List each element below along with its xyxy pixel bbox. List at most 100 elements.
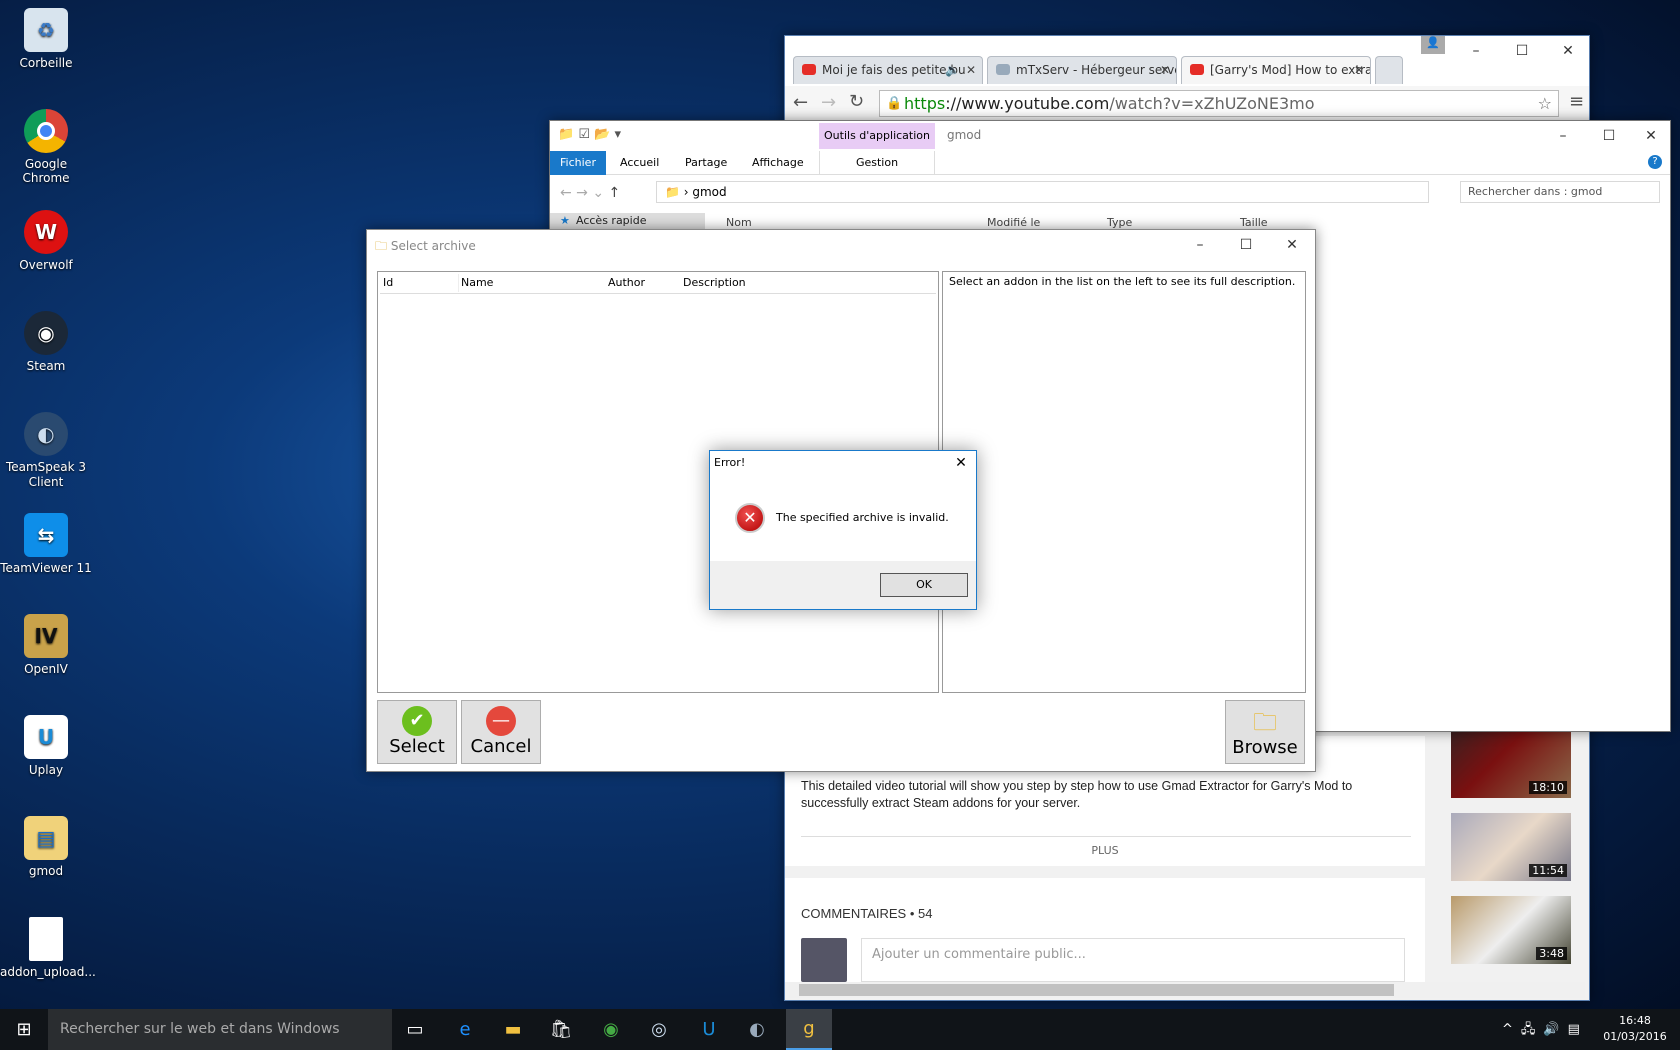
teamspeak-taskbar-icon[interactable]: ◐	[734, 1009, 780, 1050]
menu-icon[interactable]: ≡	[1569, 91, 1584, 112]
desktop-icon-overwolf[interactable]: W Overwolf	[0, 210, 92, 272]
file-explorer-icon[interactable]: ▬	[490, 1009, 536, 1050]
close-button[interactable]: ✕	[1545, 36, 1591, 66]
new-tab-button[interactable]	[1375, 56, 1403, 84]
comment-input[interactable]: Ajouter un commentaire public...	[861, 938, 1405, 982]
desktop-icon-gmod[interactable]: ▤ gmod	[0, 816, 92, 878]
uplay-icon: U	[24, 715, 68, 759]
tab-partage[interactable]: Partage	[685, 156, 727, 169]
openiv-icon: IV	[24, 614, 68, 658]
tab-fichier[interactable]: Fichier	[550, 151, 606, 175]
tab-close-icon[interactable]: ✕	[1160, 57, 1170, 83]
audio-icon: 🔈	[945, 63, 960, 77]
chevron-up-icon: ^	[1502, 1022, 1521, 1037]
tab-2[interactable]: mTxServ - Hébergeur serve ✕	[987, 56, 1177, 84]
description-panel: Select an addon in the list on the left …	[942, 271, 1306, 693]
desktop-icon-addon-upload[interactable]: addon_upload...	[0, 917, 96, 979]
tab-close-icon[interactable]: ✕	[966, 57, 976, 83]
dialog-title: Error!	[714, 456, 746, 469]
gmad-extractor-taskbar-icon[interactable]: g	[786, 1009, 832, 1050]
scrollbar-thumb[interactable]	[799, 984, 1394, 996]
horizontal-scrollbar[interactable]	[789, 982, 1585, 998]
column-description[interactable]: Description	[683, 274, 746, 292]
chrome-toolbar: ← → ↻ 🔒 https://www.youtube.com/watch?v=…	[785, 86, 1589, 122]
tab-accueil[interactable]: Accueil	[620, 156, 659, 169]
tab-affichage[interactable]: Affichage	[752, 156, 804, 169]
column-name[interactable]: Name	[458, 274, 493, 292]
related-video-thumb[interactable]: 11:54	[1451, 813, 1571, 881]
minimize-button[interactable]: –	[1540, 121, 1586, 151]
more-button[interactable]: PLUS	[785, 844, 1425, 857]
desktop-icon-teamspeak[interactable]: ◐ TeamSpeak 3 Client	[0, 412, 92, 490]
close-button[interactable]: ✕	[1269, 230, 1315, 260]
cancel-button[interactable]: — Cancel	[461, 700, 541, 764]
address-bar[interactable]: 🔒 https://www.youtube.com/watch?v=xZhUZo…	[879, 90, 1559, 117]
maximize-button[interactable]: ☐	[1499, 36, 1545, 66]
nav-item-quick-access[interactable]: Accès rapide	[576, 214, 646, 227]
column-id[interactable]: Id	[383, 274, 393, 292]
properties-icon[interactable]: ☑	[578, 127, 590, 142]
desktop-icon-chrome[interactable]: Google Chrome	[0, 109, 92, 185]
column-type[interactable]: Type	[1107, 216, 1132, 229]
address-bar[interactable]: 📁 › gmod	[656, 181, 1429, 203]
profile-icon[interactable]: 👤	[1421, 36, 1445, 54]
error-icon: ✕	[735, 503, 765, 533]
desktop-icon-uplay[interactable]: U Uplay	[0, 715, 92, 777]
context-tab[interactable]: Outils d'application	[819, 123, 935, 149]
column-author[interactable]: Author	[608, 274, 645, 292]
clock[interactable]: 16:48 01/03/2016	[1600, 1013, 1670, 1045]
minimize-button[interactable]: –	[1453, 36, 1499, 66]
tab-close-icon[interactable]: ✕	[1354, 57, 1364, 83]
bookmark-star-icon[interactable]: ☆	[1538, 91, 1552, 116]
column-taille[interactable]: Taille	[1240, 216, 1268, 229]
reload-icon[interactable]: ↻	[849, 91, 864, 112]
comments-card: COMMENTAIRES • 54 Ajouter un commentaire…	[785, 878, 1425, 982]
search-input[interactable]: Rechercher dans : gmod	[1460, 181, 1660, 203]
desktop-icon-steam[interactable]: ◉ Steam	[0, 311, 92, 373]
recycle-bin-icon: ♻	[24, 8, 68, 52]
tab-3-active[interactable]: [Garry's Mod] How to extra ✕	[1181, 56, 1371, 84]
help-icon[interactable]: ?	[1648, 155, 1662, 169]
folder-icon: ▤	[24, 816, 68, 860]
tab-gestion[interactable]: Gestion	[819, 151, 935, 175]
desktop-icon-openiv[interactable]: IV OpenIV	[0, 614, 92, 676]
task-view-icon[interactable]: ▭	[392, 1009, 438, 1050]
ok-button[interactable]: OK	[880, 573, 968, 597]
related-video-thumb[interactable]: 18:10	[1451, 730, 1571, 798]
column-modifie[interactable]: Modifié le	[987, 216, 1040, 229]
new-folder-icon[interactable]: 📂	[594, 127, 610, 142]
nav-arrows[interactable]: ← → ⌄ ↑	[560, 185, 620, 201]
steam-icon: ◉	[24, 311, 68, 355]
network-icon: 🖧	[1520, 1022, 1544, 1037]
column-nom[interactable]: Nom	[726, 216, 752, 229]
uplay-taskbar-icon[interactable]: U	[686, 1009, 732, 1050]
select-button[interactable]: ✔ Select	[377, 700, 457, 764]
cancel-icon: —	[486, 706, 516, 736]
browse-button[interactable]: 🗀 Browse	[1225, 700, 1305, 764]
window-title: gmod	[947, 128, 982, 142]
search-box[interactable]: Rechercher sur le web et dans Windows	[48, 1009, 392, 1050]
folder-icon[interactable]: 📁	[558, 127, 574, 142]
close-button[interactable]: ✕	[1628, 121, 1674, 151]
chrome-taskbar-icon[interactable]: ◉	[588, 1009, 634, 1050]
youtube-icon	[1190, 64, 1204, 75]
edge-icon[interactable]: e	[442, 1009, 488, 1050]
avatar	[801, 938, 847, 982]
minimize-button[interactable]: –	[1177, 230, 1223, 260]
close-button[interactable]: ✕	[946, 451, 976, 475]
start-button[interactable]: ⊞	[0, 1009, 48, 1050]
maximize-button[interactable]: ☐	[1586, 121, 1632, 151]
forward-icon[interactable]: →	[821, 92, 836, 113]
title-bar: 🗀 Select archive	[375, 239, 476, 253]
youtube-icon	[802, 64, 816, 75]
desktop-icon-teamviewer[interactable]: ⇆ TeamViewer 11	[0, 513, 92, 575]
tab-1[interactable]: Moi je fais des petite bu 🔈 ✕	[793, 56, 983, 84]
maximize-button[interactable]: ☐	[1223, 230, 1269, 260]
desktop-icon-corbeille[interactable]: ♻ Corbeille	[0, 8, 92, 70]
steam-taskbar-icon[interactable]: ◎	[636, 1009, 682, 1050]
related-video-thumb[interactable]: 3:48	[1451, 896, 1571, 964]
store-icon[interactable]: 🛍	[538, 1009, 584, 1050]
teamspeak-icon: ◐	[24, 412, 68, 456]
back-icon[interactable]: ←	[793, 92, 808, 113]
system-tray[interactable]: ^🖧🔊▤	[1502, 1020, 1588, 1042]
